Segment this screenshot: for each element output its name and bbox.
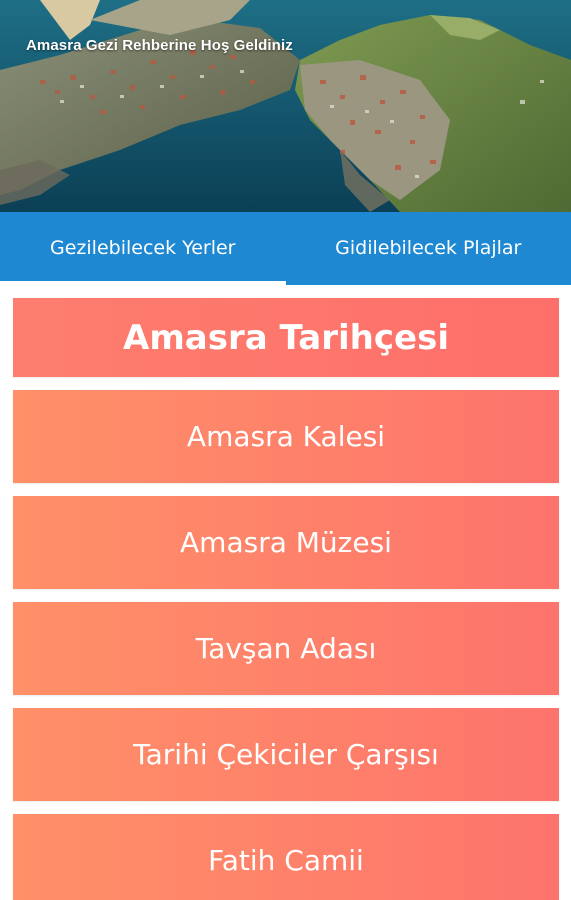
aerial-town-photo bbox=[0, 0, 571, 212]
list-item-amasra-muzesi[interactable]: Amasra Müzesi bbox=[13, 496, 559, 589]
tab-label: Gidilebilecek Plajlar bbox=[335, 236, 522, 259]
tab-gezilebilecek-yerler[interactable]: Gezilebilecek Yerler bbox=[0, 212, 286, 285]
places-list: Amasra Tarihçesi Amasra Kalesi Amasra Mü… bbox=[13, 298, 559, 900]
tab-gidilebilecek-plajlar[interactable]: Gidilebilecek Plajlar bbox=[286, 212, 571, 285]
history-card[interactable]: Amasra Tarihçesi bbox=[13, 298, 559, 377]
welcome-title: Amasra Gezi Rehberine Hoş Geldiniz bbox=[26, 37, 293, 54]
list-item-cekiciler-carsisi[interactable]: Tarihi Çekiciler Çarşısı bbox=[13, 708, 559, 801]
list-item-label: Tarihi Çekiciler Çarşısı bbox=[133, 738, 439, 771]
tab-label: Gezilebilecek Yerler bbox=[50, 236, 236, 259]
history-card-label: Amasra Tarihçesi bbox=[123, 317, 449, 358]
app-screen: Amasra Gezi Rehberine Hoş Geldiniz Gezil… bbox=[0, 0, 571, 900]
tab-bar: Gezilebilecek Yerler Gidilebilecek Plajl… bbox=[0, 212, 571, 285]
header-banner-image: Amasra Gezi Rehberine Hoş Geldiniz bbox=[0, 0, 571, 212]
list-item-label: Tavşan Adası bbox=[195, 632, 377, 665]
list-item-amasra-kalesi[interactable]: Amasra Kalesi bbox=[13, 390, 559, 483]
list-item-tavsan-adasi[interactable]: Tavşan Adası bbox=[13, 602, 559, 695]
list-item-label: Amasra Müzesi bbox=[180, 526, 392, 559]
list-item-label: Fatih Camii bbox=[208, 844, 364, 877]
list-item-fatih-camii[interactable]: Fatih Camii bbox=[13, 814, 559, 900]
list-item-label: Amasra Kalesi bbox=[186, 420, 386, 453]
